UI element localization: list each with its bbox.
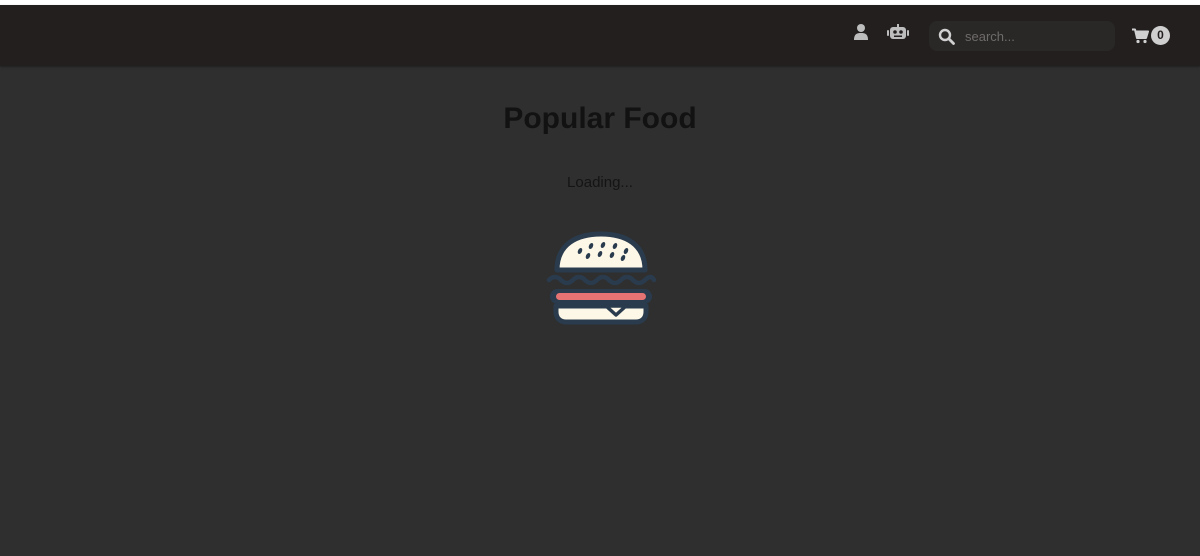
search-box[interactable] [929, 21, 1115, 51]
search-input[interactable] [965, 26, 1105, 46]
cart-count-badge: 0 [1151, 26, 1170, 45]
burger-icon [544, 230, 658, 331]
page-title: Popular Food [503, 102, 697, 135]
cart-icon[interactable] [1132, 28, 1149, 49]
cart-button[interactable]: 0 [1132, 25, 1172, 47]
navbar: 0 [0, 5, 1200, 66]
loading-status: Loading... [567, 174, 633, 191]
user-icon[interactable] [853, 23, 869, 46]
search-icon[interactable] [938, 28, 955, 50]
robot-icon[interactable] [887, 24, 909, 45]
